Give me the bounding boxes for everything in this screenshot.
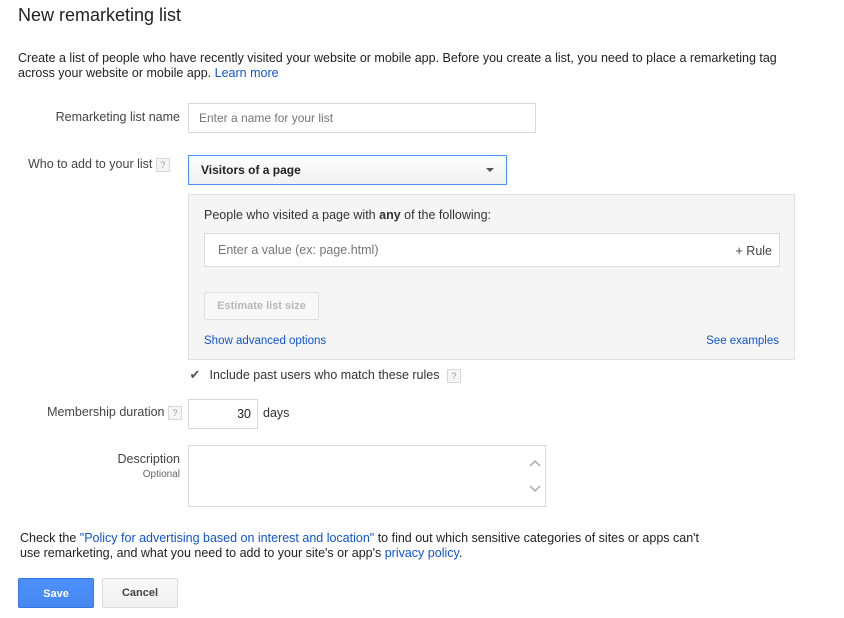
description-label: Description: [117, 452, 180, 466]
rules-heading-post: of the following:: [400, 208, 492, 222]
see-examples-link[interactable]: See examples: [706, 335, 779, 347]
help-icon[interactable]: ?: [155, 157, 170, 172]
past-users-row: ✔ Include past users who match these rul…: [188, 367, 461, 383]
list-name-input[interactable]: [188, 103, 536, 133]
rules-heading-bold: any: [379, 208, 401, 222]
description-field: [188, 445, 546, 507]
membership-unit: days: [263, 406, 290, 420]
rules-heading: People who visited a page with any of th…: [204, 208, 491, 222]
cancel-button[interactable]: Cancel: [102, 578, 178, 608]
rules-panel: People who visited a page with any of th…: [188, 194, 795, 360]
policy-post: .: [458, 546, 463, 560]
learn-more-link[interactable]: Learn more: [215, 66, 279, 80]
membership-label-row: Membership duration ?: [10, 405, 182, 420]
who-to-add-label-row: Who to add to your list ?: [10, 157, 190, 172]
page-title: New remarketing list: [18, 5, 182, 25]
intro-body: Create a list of people who have recentl…: [18, 51, 777, 80]
policy-pre: Check the: [20, 531, 80, 545]
description-optional: Optional: [142, 469, 180, 480]
intro-text: Create a list of people who have recentl…: [18, 51, 778, 81]
membership-duration-input[interactable]: [188, 399, 258, 429]
membership-label: Membership duration: [47, 405, 165, 419]
chevron-down-icon: [486, 168, 494, 172]
save-button[interactable]: Save: [18, 578, 94, 608]
rule-value-field: + Rule: [204, 233, 780, 267]
rules-heading-pre: People who visited a page with: [204, 208, 380, 222]
help-icon[interactable]: ?: [446, 368, 461, 383]
show-advanced-options-link[interactable]: Show advanced options: [204, 335, 326, 347]
rule-value-input[interactable]: [205, 234, 705, 266]
estimate-list-size-button[interactable]: Estimate list size: [204, 292, 319, 320]
help-icon[interactable]: ?: [168, 405, 182, 420]
policy-link[interactable]: "Policy for advertising based on interes…: [80, 531, 374, 545]
past-users-checkbox[interactable]: ✔: [188, 367, 202, 383]
add-rule-button[interactable]: + Rule: [736, 244, 772, 258]
description-textarea[interactable]: [189, 446, 523, 506]
scroll-down-icon[interactable]: [528, 484, 542, 494]
list-name-label: Remarketing list name: [55, 110, 180, 124]
past-users-label: Include past users who match these rules: [209, 368, 440, 382]
who-to-add-label: Who to add to your list: [28, 157, 153, 171]
privacy-policy-link[interactable]: privacy policy: [385, 546, 459, 560]
who-to-add-selected: Visitors of a page: [201, 163, 301, 177]
policy-text: Check the "Policy for advertising based …: [20, 531, 720, 561]
scroll-up-icon[interactable]: [528, 458, 542, 468]
who-to-add-select[interactable]: Visitors of a page: [188, 155, 507, 185]
